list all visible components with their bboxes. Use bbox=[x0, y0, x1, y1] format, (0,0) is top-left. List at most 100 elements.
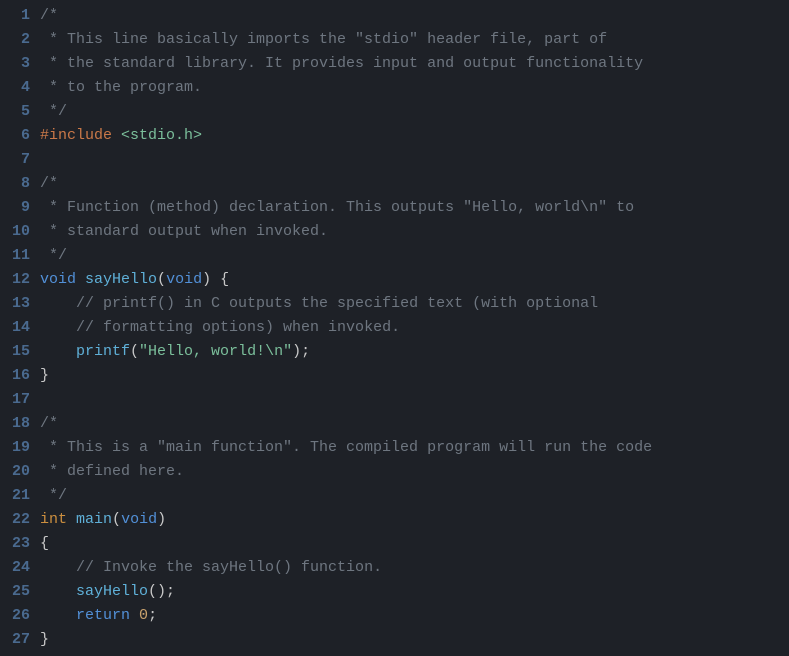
code-token: void bbox=[40, 271, 76, 288]
line-number: 26 bbox=[0, 604, 30, 628]
code-token: */ bbox=[40, 103, 67, 120]
code-editor[interactable]: 1234567891011121314151617181920212223242… bbox=[0, 0, 789, 656]
code-token: void bbox=[121, 511, 157, 528]
code-token: } bbox=[40, 631, 49, 648]
code-token: // printf() in C outputs the specified t… bbox=[76, 295, 598, 312]
code-token: "Hello, world!\n" bbox=[139, 343, 292, 360]
code-line[interactable]: */ bbox=[40, 484, 789, 508]
line-number: 15 bbox=[0, 340, 30, 364]
code-line[interactable]: /* bbox=[40, 412, 789, 436]
line-number: 17 bbox=[0, 388, 30, 412]
code-token bbox=[40, 583, 76, 600]
code-line[interactable]: * standard output when invoked. bbox=[40, 220, 789, 244]
code-token bbox=[40, 343, 76, 360]
code-token: ); bbox=[292, 343, 310, 360]
code-line[interactable]: * to the program. bbox=[40, 76, 789, 100]
code-line[interactable]: * This is a "main function". The compile… bbox=[40, 436, 789, 460]
code-token bbox=[76, 271, 85, 288]
code-line[interactable]: * defined here. bbox=[40, 460, 789, 484]
code-line[interactable] bbox=[40, 388, 789, 412]
code-line[interactable]: */ bbox=[40, 100, 789, 124]
code-line[interactable]: * the standard library. It provides inpu… bbox=[40, 52, 789, 76]
line-number: 7 bbox=[0, 148, 30, 172]
code-token: */ bbox=[40, 247, 67, 264]
line-number: 14 bbox=[0, 316, 30, 340]
line-number: 19 bbox=[0, 436, 30, 460]
code-token: main bbox=[76, 511, 112, 528]
line-number: 18 bbox=[0, 412, 30, 436]
code-token: ) bbox=[157, 511, 166, 528]
code-token bbox=[130, 607, 139, 624]
line-number: 16 bbox=[0, 364, 30, 388]
line-number: 5 bbox=[0, 100, 30, 124]
code-token bbox=[67, 511, 76, 528]
code-token: // formatting options) when invoked. bbox=[76, 319, 400, 336]
line-number-gutter: 1234567891011121314151617181920212223242… bbox=[0, 4, 40, 652]
code-token: (); bbox=[148, 583, 175, 600]
code-line[interactable]: int main(void) bbox=[40, 508, 789, 532]
code-token: ; bbox=[148, 607, 157, 624]
line-number: 12 bbox=[0, 268, 30, 292]
code-line[interactable]: #include <stdio.h> bbox=[40, 124, 789, 148]
code-token bbox=[40, 559, 76, 576]
code-line[interactable]: printf("Hello, world!\n"); bbox=[40, 340, 789, 364]
line-number: 13 bbox=[0, 292, 30, 316]
code-token: sayHello bbox=[85, 271, 157, 288]
code-token: ( bbox=[130, 343, 139, 360]
code-token: /* bbox=[40, 415, 58, 432]
code-token: int bbox=[40, 511, 67, 528]
code-token: * Function (method) declaration. This ou… bbox=[40, 199, 634, 216]
code-token: #include bbox=[40, 127, 121, 144]
code-line[interactable]: return 0; bbox=[40, 604, 789, 628]
code-token: * the standard library. It provides inpu… bbox=[40, 55, 643, 72]
line-number: 10 bbox=[0, 220, 30, 244]
code-line[interactable]: void sayHello(void) { bbox=[40, 268, 789, 292]
code-token: <stdio.h> bbox=[121, 127, 202, 144]
code-token bbox=[40, 607, 76, 624]
code-token: * standard output when invoked. bbox=[40, 223, 328, 240]
line-number: 2 bbox=[0, 28, 30, 52]
code-line[interactable]: * Function (method) declaration. This ou… bbox=[40, 196, 789, 220]
line-number: 27 bbox=[0, 628, 30, 652]
code-token bbox=[40, 319, 76, 336]
code-token: ) { bbox=[202, 271, 229, 288]
code-line[interactable] bbox=[40, 148, 789, 172]
line-number: 21 bbox=[0, 484, 30, 508]
line-number: 23 bbox=[0, 532, 30, 556]
code-token: { bbox=[40, 535, 49, 552]
code-token: * This line basically imports the "stdio… bbox=[40, 31, 607, 48]
code-line[interactable]: } bbox=[40, 628, 789, 652]
code-line[interactable]: /* bbox=[40, 4, 789, 28]
code-token: void bbox=[166, 271, 202, 288]
code-line[interactable]: { bbox=[40, 532, 789, 556]
code-token: } bbox=[40, 367, 49, 384]
code-token bbox=[40, 295, 76, 312]
code-token: return bbox=[76, 607, 130, 624]
code-line[interactable]: } bbox=[40, 364, 789, 388]
code-token: printf bbox=[76, 343, 130, 360]
code-token: // Invoke the sayHello() function. bbox=[76, 559, 382, 576]
code-line[interactable]: /* bbox=[40, 172, 789, 196]
code-token: * to the program. bbox=[40, 79, 202, 96]
line-number: 22 bbox=[0, 508, 30, 532]
code-token: 0 bbox=[139, 607, 148, 624]
line-number: 1 bbox=[0, 4, 30, 28]
code-line[interactable]: */ bbox=[40, 244, 789, 268]
code-token: ( bbox=[112, 511, 121, 528]
code-line[interactable]: // printf() in C outputs the specified t… bbox=[40, 292, 789, 316]
line-number: 8 bbox=[0, 172, 30, 196]
line-number: 20 bbox=[0, 460, 30, 484]
line-number: 24 bbox=[0, 556, 30, 580]
code-line[interactable]: // formatting options) when invoked. bbox=[40, 316, 789, 340]
line-number: 9 bbox=[0, 196, 30, 220]
code-token: sayHello bbox=[76, 583, 148, 600]
code-token: /* bbox=[40, 7, 58, 24]
code-area[interactable]: /* * This line basically imports the "st… bbox=[40, 4, 789, 652]
line-number: 6 bbox=[0, 124, 30, 148]
code-line[interactable]: sayHello(); bbox=[40, 580, 789, 604]
code-line[interactable]: // Invoke the sayHello() function. bbox=[40, 556, 789, 580]
line-number: 4 bbox=[0, 76, 30, 100]
code-token: */ bbox=[40, 487, 67, 504]
code-line[interactable]: * This line basically imports the "stdio… bbox=[40, 28, 789, 52]
line-number: 11 bbox=[0, 244, 30, 268]
